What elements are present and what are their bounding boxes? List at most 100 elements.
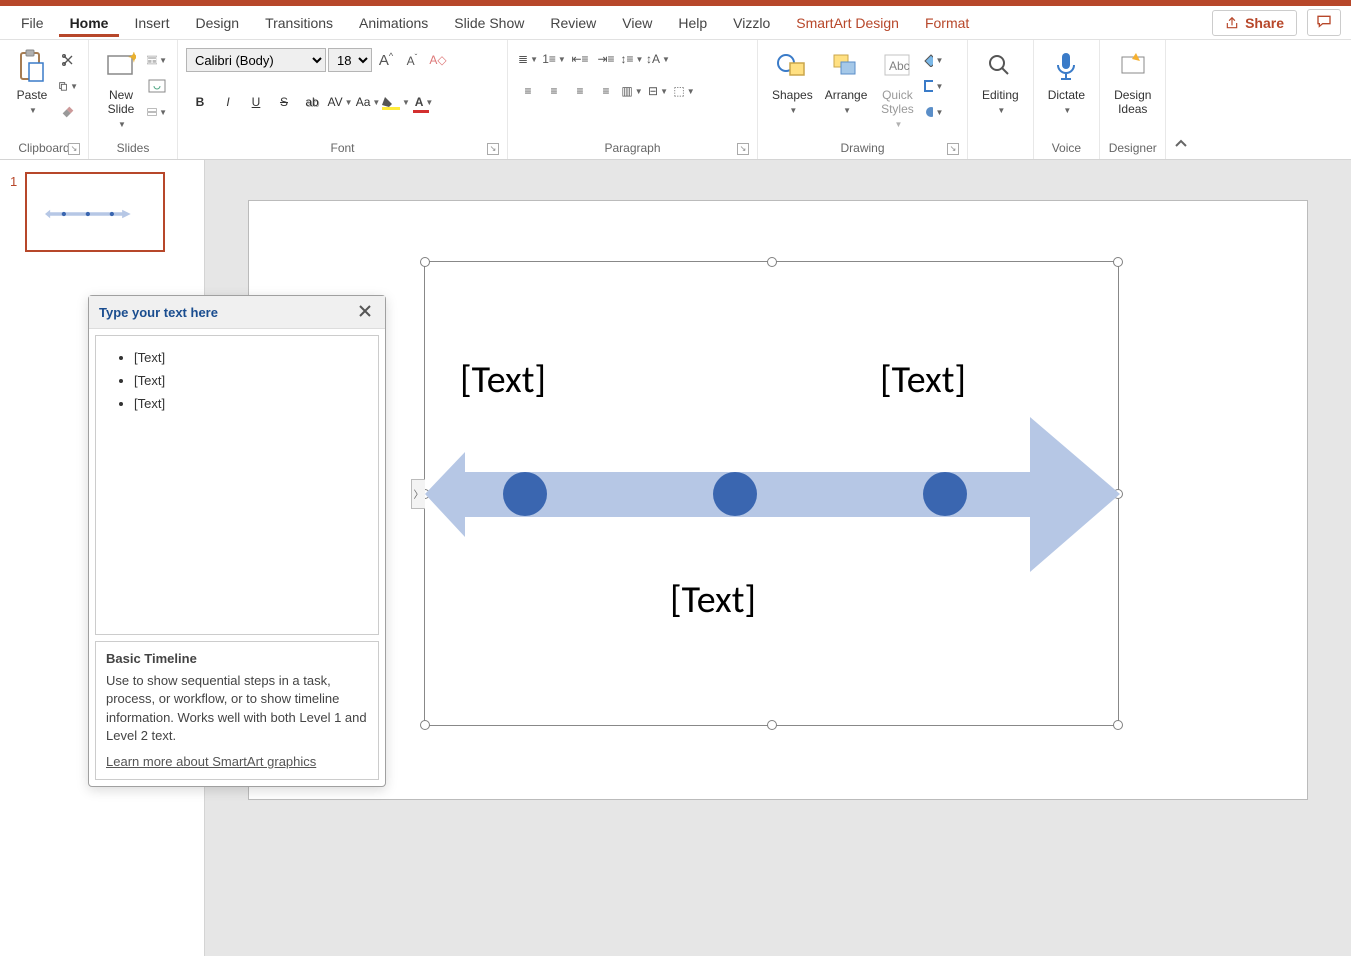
tab-view[interactable]: View bbox=[611, 9, 663, 37]
tab-slideshow[interactable]: Slide Show bbox=[443, 9, 535, 37]
drawing-launcher[interactable]: ↘ bbox=[947, 143, 959, 155]
bullets-button[interactable]: ≣▼ bbox=[516, 48, 540, 70]
new-slide-icon: ✦ bbox=[106, 52, 136, 80]
highlight-button[interactable]: ▼ bbox=[382, 90, 410, 114]
smartart-selection-box[interactable]: 〉 [Text] [Text] [Text] bbox=[424, 261, 1119, 726]
tab-format[interactable]: Format bbox=[914, 9, 980, 37]
copy-button[interactable]: ▼ bbox=[56, 74, 80, 98]
footer-text: Use to show sequential steps in a task, … bbox=[106, 672, 368, 745]
collapse-ribbon-button[interactable] bbox=[1166, 40, 1196, 159]
shape-outline-button[interactable]: ▼ bbox=[921, 74, 945, 98]
layout-button[interactable]: ▼ bbox=[145, 48, 169, 72]
text-pane-close-button[interactable] bbox=[355, 302, 375, 322]
align-right-button[interactable]: ≡ bbox=[568, 80, 592, 102]
tab-help[interactable]: Help bbox=[667, 9, 718, 37]
comments-button[interactable] bbox=[1307, 9, 1341, 36]
font-launcher[interactable]: ↘ bbox=[487, 143, 499, 155]
change-case-button[interactable]: Aa▼ bbox=[354, 90, 382, 114]
svg-text:✦: ✦ bbox=[128, 52, 136, 65]
tab-file[interactable]: File bbox=[10, 9, 55, 37]
convert-smartart-button[interactable]: ⬚▼ bbox=[672, 80, 696, 102]
bullets-icon: ≣ bbox=[518, 52, 528, 66]
tab-animations[interactable]: Animations bbox=[348, 9, 439, 37]
decrease-indent-button[interactable]: ⇤≡ bbox=[568, 48, 592, 70]
tab-design[interactable]: Design bbox=[184, 9, 250, 37]
group-label-paragraph: Paragraph bbox=[604, 141, 660, 155]
tab-review[interactable]: Review bbox=[539, 9, 607, 37]
shapes-button[interactable]: Shapes▼ bbox=[766, 44, 819, 119]
bucket-icon bbox=[923, 53, 933, 67]
learn-more-link[interactable]: Learn more about SmartArt graphics bbox=[106, 753, 316, 771]
text-item[interactable]: [Text] bbox=[134, 346, 364, 369]
paragraph-launcher[interactable]: ↘ bbox=[737, 143, 749, 155]
shape-effects-button[interactable]: ▼ bbox=[921, 100, 945, 124]
timeline-arrow[interactable] bbox=[425, 262, 1120, 727]
quick-styles-icon: Abc bbox=[882, 52, 912, 80]
font-family-select[interactable]: Calibri (Body) bbox=[186, 48, 326, 72]
numbering-button[interactable]: 1≡▼ bbox=[542, 48, 566, 70]
text-direction-button[interactable]: ↕A▼ bbox=[646, 48, 670, 70]
text-pane-toggle[interactable]: 〉 bbox=[411, 479, 425, 509]
clipboard-launcher[interactable]: ↘ bbox=[68, 143, 80, 155]
slide-thumbnail[interactable] bbox=[25, 172, 165, 252]
tab-vizzlo[interactable]: Vizzlo bbox=[722, 9, 781, 37]
paste-button[interactable]: Paste ▼ bbox=[8, 44, 56, 119]
shadow-button[interactable]: ab bbox=[298, 90, 326, 114]
arrange-button[interactable]: Arrange▼ bbox=[819, 44, 874, 119]
smartart-text-2[interactable]: [Text] bbox=[880, 357, 966, 403]
text-direction-icon: ↕A bbox=[646, 52, 660, 66]
section-button[interactable]: ▼ bbox=[145, 100, 169, 124]
justify-button[interactable]: ≡ bbox=[594, 80, 618, 102]
shrink-font-button[interactable]: Aˇ bbox=[400, 48, 424, 72]
font-color-button[interactable]: A▼ bbox=[410, 90, 438, 114]
numbering-icon: 1≡ bbox=[542, 52, 556, 66]
highlighter-icon bbox=[382, 94, 400, 110]
increase-indent-button[interactable]: ⇥≡ bbox=[594, 48, 618, 70]
slide-canvas[interactable]: 〉 [Text] [Text] [Text] bbox=[248, 200, 1308, 800]
font-size-select[interactable]: 18+ bbox=[328, 48, 372, 72]
group-label-voice: Voice bbox=[1052, 141, 1081, 155]
char-spacing-button[interactable]: AV▼ bbox=[326, 90, 354, 114]
share-button[interactable]: Share bbox=[1212, 10, 1297, 36]
text-item[interactable]: [Text] bbox=[134, 392, 364, 415]
tab-home[interactable]: Home bbox=[59, 9, 120, 37]
text-pane[interactable]: Type your text here [Text] [Text] [Text]… bbox=[88, 295, 386, 787]
dictate-label: Dictate bbox=[1048, 88, 1085, 102]
italic-button[interactable]: I bbox=[214, 90, 242, 114]
tab-insert[interactable]: Insert bbox=[123, 9, 180, 37]
align-left-button[interactable]: ≡ bbox=[516, 80, 540, 102]
increase-font-icon: A^ bbox=[379, 51, 393, 69]
cut-button[interactable] bbox=[56, 48, 80, 72]
chevron-down-icon: ▼ bbox=[29, 106, 37, 115]
quick-styles-button[interactable]: Abc Quick Styles▼ bbox=[873, 44, 921, 133]
strikethrough-button[interactable]: S bbox=[270, 90, 298, 114]
text-pane-footer: Basic Timeline Use to show sequential st… bbox=[95, 641, 379, 780]
text-item[interactable]: [Text] bbox=[134, 369, 364, 392]
group-drawing: Shapes▼ Arrange▼ Abc Quick Styles▼ ▼ ▼ ▼… bbox=[758, 40, 968, 159]
format-painter-button[interactable] bbox=[56, 100, 80, 124]
new-slide-button[interactable]: ✦ New Slide ▼ bbox=[97, 44, 145, 133]
text-pane-list[interactable]: [Text] [Text] [Text] bbox=[95, 335, 379, 635]
paste-label: Paste bbox=[17, 88, 48, 102]
effects-icon bbox=[923, 105, 933, 119]
columns-icon: ▥ bbox=[621, 84, 632, 98]
smartart-text-1[interactable]: [Text] bbox=[460, 357, 546, 403]
editing-button[interactable]: Editing▼ bbox=[976, 44, 1025, 119]
reset-icon bbox=[148, 79, 166, 93]
shape-fill-button[interactable]: ▼ bbox=[921, 48, 945, 72]
align-text-button[interactable]: ⊟▼ bbox=[646, 80, 670, 102]
grow-font-button[interactable]: A^ bbox=[374, 48, 398, 72]
design-ideas-button[interactable]: Design Ideas bbox=[1108, 44, 1157, 120]
tab-transitions[interactable]: Transitions bbox=[254, 9, 344, 37]
align-center-button[interactable]: ≡ bbox=[542, 80, 566, 102]
line-spacing-button[interactable]: ↕≡▼ bbox=[620, 48, 644, 70]
bold-button[interactable]: B bbox=[186, 90, 214, 114]
clear-formatting-button[interactable]: A◇ bbox=[426, 48, 450, 72]
tab-smartart-design[interactable]: SmartArt Design bbox=[785, 9, 910, 37]
brush-icon bbox=[60, 104, 76, 120]
underline-button[interactable]: U bbox=[242, 90, 270, 114]
columns-button[interactable]: ▥▼ bbox=[620, 80, 644, 102]
smartart-text-3[interactable]: [Text] bbox=[670, 577, 756, 623]
reset-button[interactable] bbox=[145, 74, 169, 98]
dictate-button[interactable]: Dictate▼ bbox=[1042, 44, 1091, 119]
